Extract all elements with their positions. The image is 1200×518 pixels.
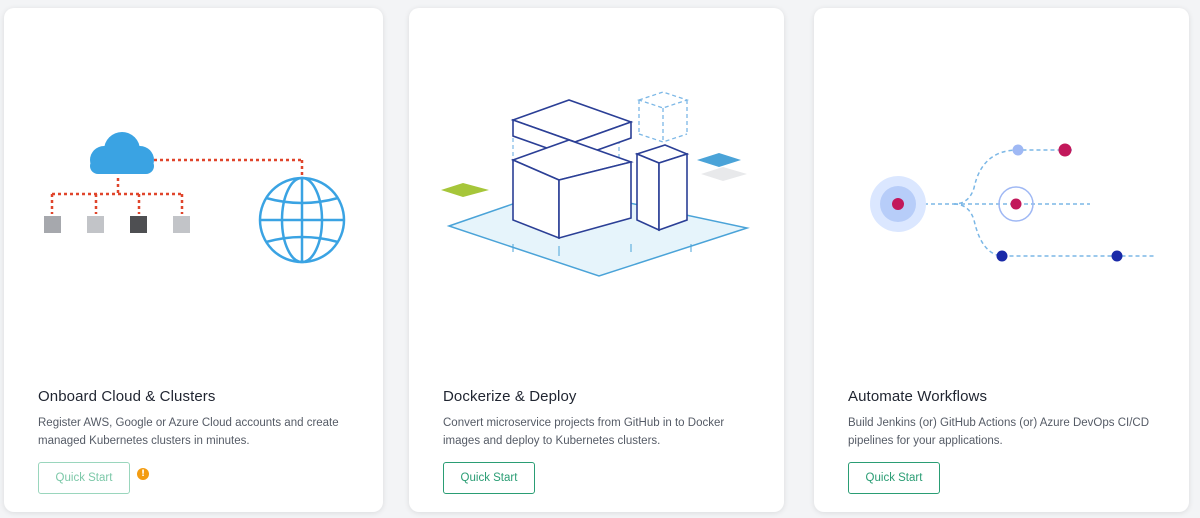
card-automate-workflows: Automate Workflows Build Jenkins (or) Gi… — [814, 8, 1189, 512]
card-dockerize-deploy: Dockerize & Deploy Convert microservice … — [409, 8, 784, 512]
card-title: Onboard Cloud & Clusters — [38, 388, 216, 405]
quick-start-cards: Onboard Cloud & Clusters Register AWS, G… — [0, 0, 1200, 518]
card-onboard-cloud: Onboard Cloud & Clusters Register AWS, G… — [4, 8, 383, 512]
node-icon — [87, 216, 104, 233]
docker-deploy-icon — [409, 8, 784, 338]
workflow-pipeline-icon — [814, 8, 1189, 338]
card-title: Dockerize & Deploy — [443, 388, 577, 405]
card-title: Automate Workflows — [848, 388, 988, 405]
card-description: Register AWS, Google or Azure Cloud acco… — [38, 417, 339, 447]
quick-start-button[interactable]: Quick Start — [38, 462, 130, 494]
cloud-clusters-icon — [4, 8, 383, 338]
node-icon — [44, 216, 61, 233]
card-description: Build Jenkins (or) GitHub Actions (or) A… — [848, 417, 1150, 447]
card-description: Convert microservice projects from GitHu… — [443, 417, 725, 447]
quick-start-button[interactable]: Quick Start — [848, 462, 940, 494]
cloud-icon — [90, 132, 154, 174]
node-icon — [173, 216, 190, 233]
globe-icon — [258, 176, 346, 264]
warning-icon[interactable]: ! — [137, 468, 149, 480]
quick-start-button[interactable]: Quick Start — [443, 462, 535, 494]
node-icon — [130, 216, 147, 233]
